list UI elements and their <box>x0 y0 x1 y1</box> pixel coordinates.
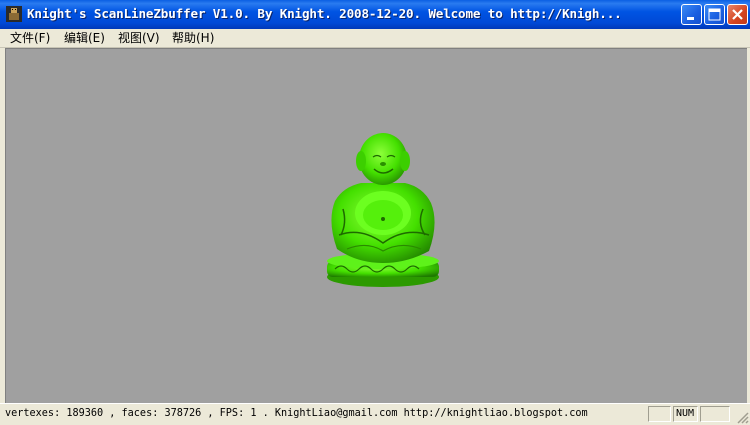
app-icon[interactable] <box>6 6 22 22</box>
close-icon <box>732 9 743 20</box>
window-title: Knight's ScanLineZbuffer V1.0. By Knight… <box>27 6 622 21</box>
status-text: vertexes: 189360 , faces: 378726 , FPS: … <box>5 408 588 419</box>
status-pane-empty-2 <box>700 406 730 422</box>
menu-view[interactable]: 视图(V) <box>118 30 160 46</box>
menu-edit[interactable]: 编辑(E) <box>64 30 105 46</box>
menu-help[interactable]: 帮助(H) <box>172 30 214 46</box>
menu-bar: 文件(F) 编辑(E) 视图(V) 帮助(H) <box>0 29 750 48</box>
menu-file[interactable]: 文件(F) <box>10 30 50 46</box>
buddha-model <box>327 133 439 287</box>
status-num-indicator: NUM <box>673 406 698 422</box>
maximize-icon <box>708 8 721 21</box>
resize-grip-icon[interactable] <box>735 410 749 424</box>
minimize-icon <box>687 17 694 20</box>
minimize-button[interactable] <box>681 4 702 25</box>
app-window: Knight's ScanLineZbuffer V1.0. By Knight… <box>0 0 750 425</box>
status-bar: vertexes: 189360 , faces: 378726 , FPS: … <box>0 403 750 425</box>
status-pane-empty-1 <box>648 406 671 422</box>
maximize-button[interactable] <box>704 4 725 25</box>
close-button[interactable] <box>727 4 748 25</box>
title-bar[interactable]: Knight's ScanLineZbuffer V1.0. By Knight… <box>0 0 750 29</box>
render-viewport[interactable] <box>5 48 747 404</box>
